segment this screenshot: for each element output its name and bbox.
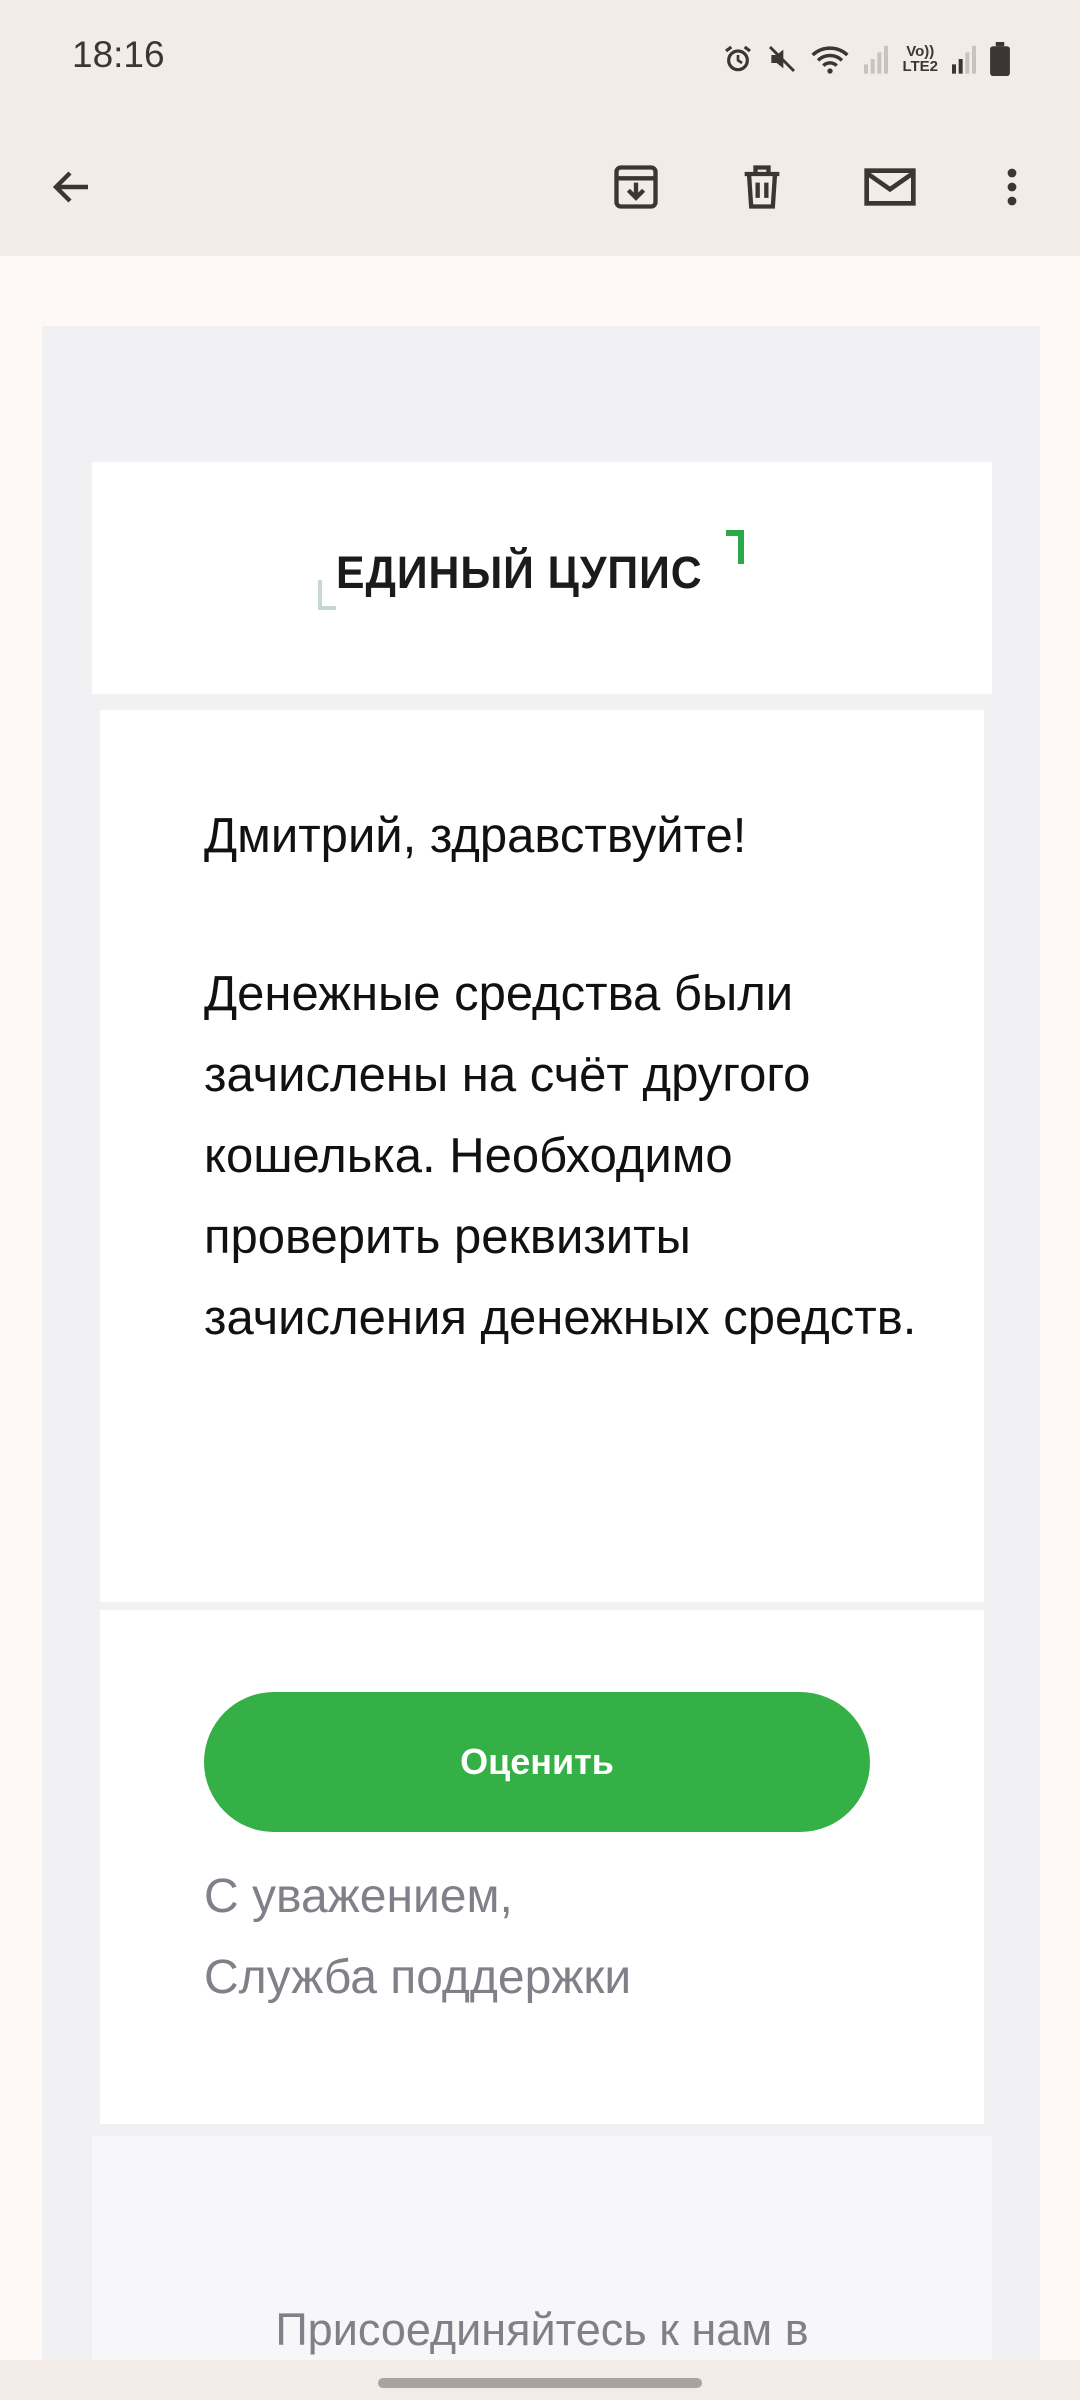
brand-logo: ЕДИНЫЙ ЦУПИС xyxy=(318,530,744,618)
signature-line: Служба поддержки xyxy=(204,1951,632,2004)
delete-button[interactable] xyxy=(718,143,806,231)
mark-unread-button[interactable] xyxy=(846,143,934,231)
alarm-icon xyxy=(722,43,754,75)
back-arrow-icon xyxy=(48,163,96,211)
greeting: Дмитрий, здравствуйте! xyxy=(204,809,747,863)
message-body: Денежные средства были зачислены на счёт… xyxy=(204,967,917,1345)
battery-icon xyxy=(990,42,1010,76)
status-icons: Vo)) LTE2 xyxy=(722,38,1010,80)
rate-button[interactable]: Оценить xyxy=(204,1692,870,1832)
logo-corner-mark xyxy=(725,530,744,564)
signal-icon xyxy=(862,43,890,75)
delete-icon xyxy=(736,161,788,213)
app-bar xyxy=(0,118,1080,256)
logo-text: ЕДИНЫЙ ЦУПИС xyxy=(336,547,703,598)
gesture-handle[interactable] xyxy=(378,2378,702,2388)
footer-text: Присоединяйтесь к нам в xyxy=(275,2304,809,2355)
mark-unread-icon xyxy=(862,159,918,215)
signature: С уважением, Служба поддержки xyxy=(204,1856,964,2018)
status-time: 18:16 xyxy=(72,34,165,75)
archive-icon xyxy=(610,161,662,213)
more-options-button[interactable] xyxy=(968,143,1056,231)
mute-icon xyxy=(766,43,798,75)
volte-icon: Vo)) LTE2 xyxy=(902,44,938,74)
volte-label-bottom: LTE2 xyxy=(902,58,938,75)
more-vert-icon xyxy=(988,163,1036,211)
logo-corner-mark xyxy=(318,580,336,610)
status-bar: 18:16 Vo)) LTE2 xyxy=(0,0,1080,118)
back-button[interactable] xyxy=(28,143,116,231)
archive-button[interactable] xyxy=(592,143,680,231)
signal-icon xyxy=(950,43,978,75)
wifi-icon xyxy=(810,43,850,75)
signature-line: С уважением, xyxy=(204,1870,513,1923)
